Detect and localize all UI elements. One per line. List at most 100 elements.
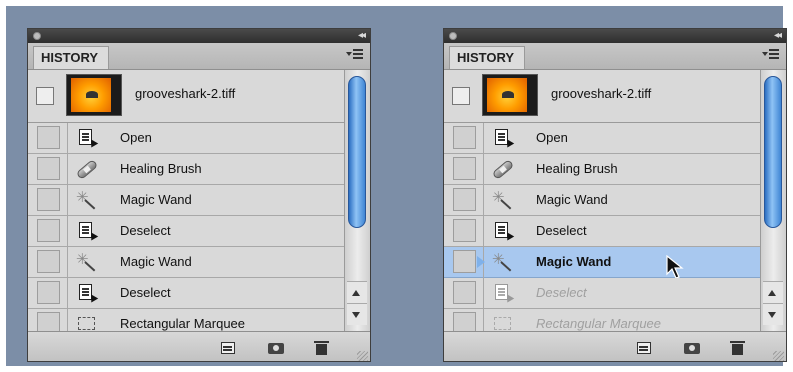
panel-menu-icon[interactable] xyxy=(762,49,780,61)
history-step[interactable]: Healing Brush xyxy=(444,154,760,185)
snapshot-row[interactable]: grooveshark-2.tiff xyxy=(444,70,760,123)
arrow-down-icon xyxy=(352,312,360,318)
arrow-up-icon xyxy=(768,290,776,296)
history-step[interactable]: Open xyxy=(444,123,760,154)
history-step[interactable]: Rectangular Marquee xyxy=(28,309,344,331)
scroll-up-button[interactable] xyxy=(347,281,367,303)
new-document-from-state-icon[interactable] xyxy=(636,341,652,355)
create-snapshot-icon[interactable] xyxy=(684,341,700,355)
close-icon[interactable] xyxy=(449,32,457,40)
document-icon xyxy=(76,283,99,303)
history-brush-source-box[interactable] xyxy=(453,219,476,242)
snapshot-thumbnail xyxy=(482,74,538,116)
history-step[interactable]: Deselect xyxy=(28,216,344,247)
history-panel-left: ◂◂ HISTORY grooveshark-2.tiff Open Heali… xyxy=(27,28,371,362)
history-steps-list: Open Healing Brush ✳ Magic Wand Deselect… xyxy=(28,123,344,331)
document-icon xyxy=(76,221,99,241)
bandage-icon xyxy=(75,158,99,181)
history-step-active[interactable]: ✳ Magic Wand xyxy=(444,247,760,279)
trash-icon[interactable] xyxy=(730,341,746,355)
history-step[interactable]: Deselect xyxy=(444,216,760,247)
magic-wand-icon: ✳ xyxy=(492,252,514,272)
tab-history[interactable]: HISTORY xyxy=(449,46,525,69)
trash-icon[interactable] xyxy=(314,341,330,355)
bandage-icon xyxy=(491,158,515,181)
history-brush-source-box[interactable] xyxy=(453,250,476,273)
history-step[interactable]: Deselect xyxy=(28,278,344,309)
history-brush-source-box[interactable] xyxy=(453,157,476,180)
marquee-icon xyxy=(492,314,514,331)
history-step-label: Deselect xyxy=(120,223,171,238)
history-step[interactable]: Open xyxy=(28,123,344,154)
history-step-label: Healing Brush xyxy=(120,161,202,176)
history-step[interactable]: Healing Brush xyxy=(28,154,344,185)
magic-wand-icon: ✳ xyxy=(76,252,98,272)
scroll-down-button[interactable] xyxy=(763,303,783,325)
history-step[interactable]: ✳ Magic Wand xyxy=(28,247,344,278)
scroll-up-button[interactable] xyxy=(763,281,783,303)
history-brush-source-box[interactable] xyxy=(453,281,476,304)
history-brush-source-box[interactable] xyxy=(37,281,60,304)
panel-menu-icon[interactable] xyxy=(346,49,364,61)
history-step-label: Open xyxy=(536,130,568,145)
resize-grip[interactable] xyxy=(773,351,784,361)
document-icon xyxy=(492,221,515,241)
history-step-label: Magic Wand xyxy=(536,192,608,207)
history-step-label: Healing Brush xyxy=(536,161,618,176)
create-snapshot-icon[interactable] xyxy=(268,341,284,355)
history-brush-source-box[interactable] xyxy=(37,312,60,331)
collapse-icon[interactable]: ◂◂ xyxy=(358,30,366,41)
history-brush-source-icon[interactable] xyxy=(36,87,54,105)
history-step-label: Deselect xyxy=(536,223,587,238)
history-brush-source-box[interactable] xyxy=(37,219,60,242)
history-step-label: Magic Wand xyxy=(536,254,612,269)
history-step-undone[interactable]: Rectangular Marquee xyxy=(444,309,760,331)
scroll-down-button[interactable] xyxy=(347,303,367,325)
snapshot-name: grooveshark-2.tiff xyxy=(135,86,236,101)
marquee-icon xyxy=(76,314,98,331)
history-step[interactable]: ✳ Magic Wand xyxy=(444,185,760,216)
history-step-label: Rectangular Marquee xyxy=(120,316,246,331)
close-icon[interactable] xyxy=(33,32,41,40)
history-step-undone[interactable]: Deselect xyxy=(444,278,760,309)
history-brush-source-box[interactable] xyxy=(453,126,476,149)
magic-wand-icon: ✳ xyxy=(76,190,98,210)
document-icon xyxy=(76,128,99,148)
new-document-from-state-icon[interactable] xyxy=(220,341,236,355)
scrollbar-thumb[interactable] xyxy=(348,76,366,228)
snapshot-name: grooveshark-2.tiff xyxy=(551,86,652,101)
document-icon xyxy=(492,283,515,303)
vertical-scrollbar[interactable] xyxy=(760,70,786,331)
snapshot-row[interactable]: grooveshark-2.tiff xyxy=(28,70,344,123)
arrow-down-icon xyxy=(768,312,776,318)
history-step-label: Magic Wand xyxy=(120,254,192,269)
history-brush-source-box[interactable] xyxy=(453,312,476,331)
panel-titlebar[interactable]: ◂◂ xyxy=(444,29,786,43)
history-step[interactable]: ✳ Magic Wand xyxy=(28,185,344,216)
panel-tabbar: HISTORY xyxy=(444,43,786,70)
history-step-label: Deselect xyxy=(120,285,171,300)
scrollbar-thumb[interactable] xyxy=(764,76,782,228)
history-brush-source-box[interactable] xyxy=(37,157,60,180)
resize-grip[interactable] xyxy=(357,351,368,361)
history-step-label: Deselect xyxy=(536,285,587,300)
history-panel-right: ◂◂ HISTORY grooveshark-2.tiff Open Heali… xyxy=(443,28,787,362)
snapshot-thumbnail xyxy=(66,74,122,116)
panel-footer xyxy=(444,331,786,361)
history-brush-source-box[interactable] xyxy=(37,250,60,273)
tab-history[interactable]: HISTORY xyxy=(33,46,109,69)
history-brush-source-icon[interactable] xyxy=(452,87,470,105)
panel-tabbar: HISTORY xyxy=(28,43,370,70)
history-step-label: Open xyxy=(120,130,152,145)
magic-wand-icon: ✳ xyxy=(492,190,514,210)
vertical-scrollbar[interactable] xyxy=(344,70,370,331)
history-brush-source-box[interactable] xyxy=(453,188,476,211)
panel-footer xyxy=(28,331,370,361)
history-brush-source-box[interactable] xyxy=(37,188,60,211)
history-step-label: Rectangular Marquee xyxy=(536,316,662,331)
panel-titlebar[interactable]: ◂◂ xyxy=(28,29,370,43)
history-step-label: Magic Wand xyxy=(120,192,192,207)
history-brush-source-box[interactable] xyxy=(37,126,60,149)
collapse-icon[interactable]: ◂◂ xyxy=(774,30,782,41)
history-state-arrow-icon[interactable] xyxy=(477,256,485,268)
